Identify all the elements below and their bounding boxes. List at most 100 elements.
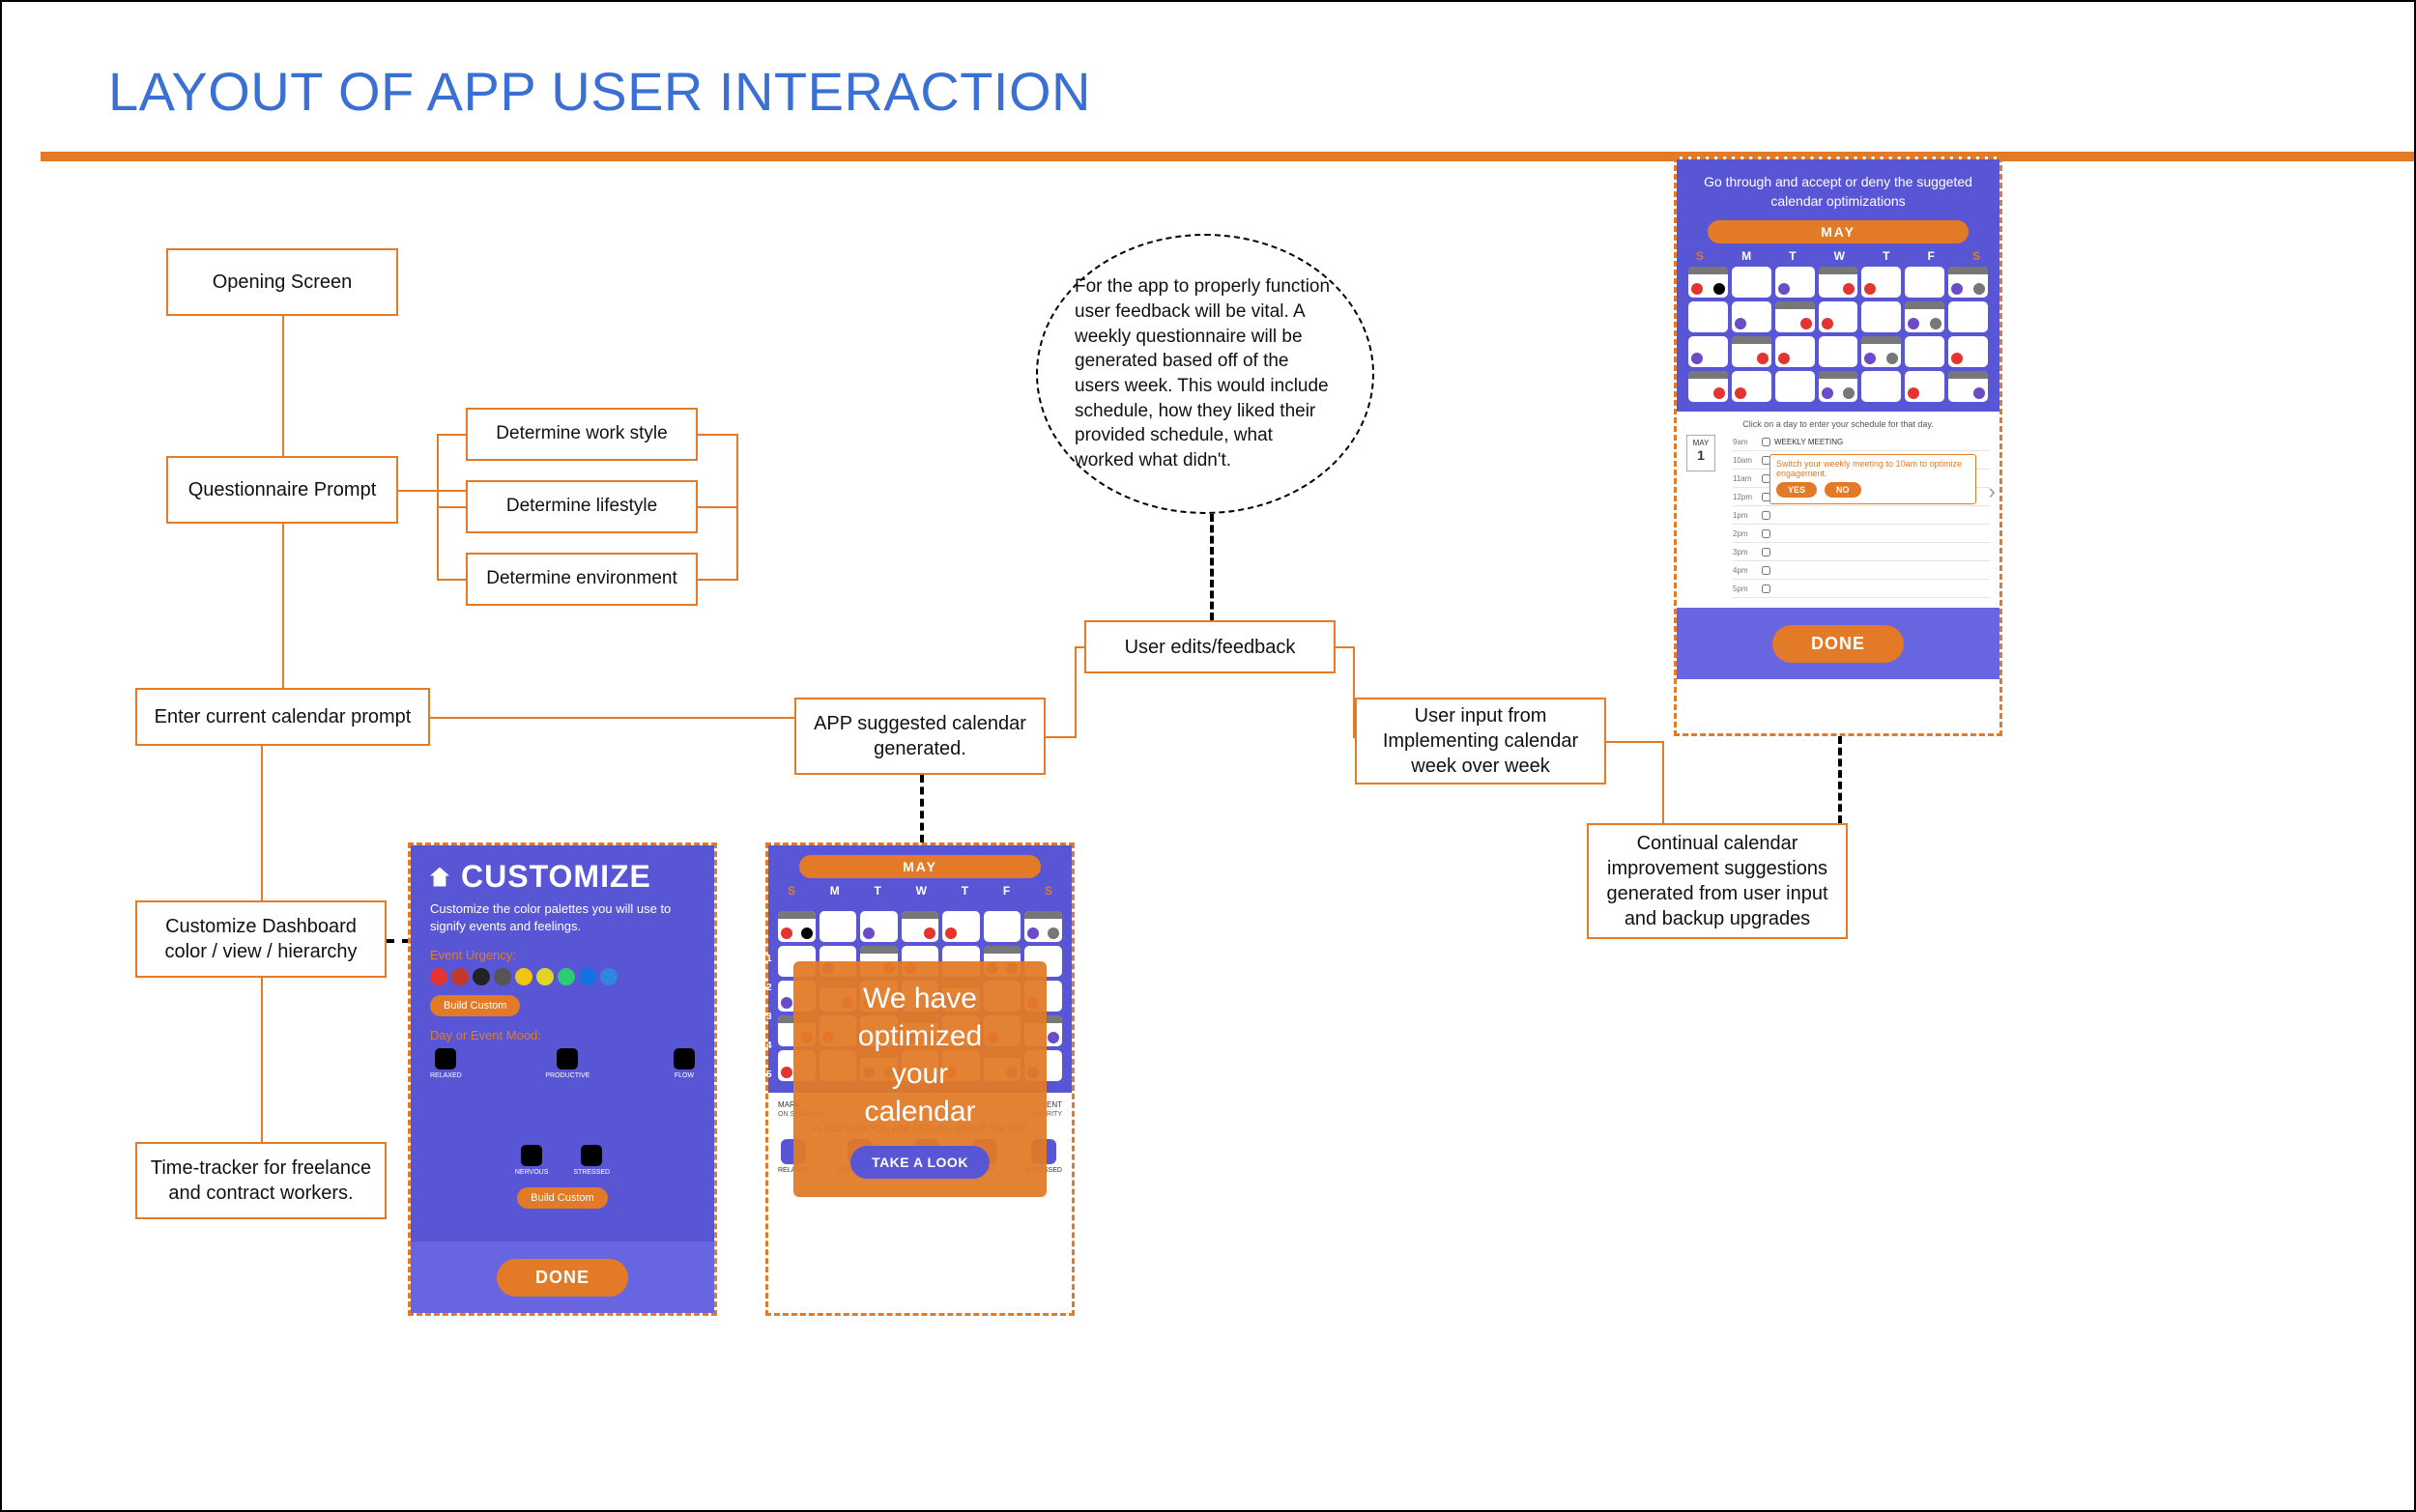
- calendar-day[interactable]: [1732, 371, 1771, 402]
- urgency-swatch[interactable]: [600, 968, 618, 985]
- label-event-urgency: Event Urgency:: [430, 948, 695, 962]
- done-button[interactable]: DONE: [497, 1259, 628, 1297]
- page-title: LAYOUT OF APP USER INTERACTION: [108, 60, 1091, 123]
- mood-option[interactable]: STRESSED: [573, 1145, 610, 1176]
- calendar-day[interactable]: [1905, 267, 1944, 298]
- mood-option[interactable]: FLOW: [674, 1048, 695, 1079]
- urgency-swatch[interactable]: [494, 968, 511, 985]
- wire: [282, 316, 284, 456]
- calendar-day[interactable]: [1775, 336, 1815, 367]
- calendar-day[interactable]: [1948, 371, 1988, 402]
- calendar-day[interactable]: [1732, 336, 1771, 367]
- calendar-day[interactable]: [1024, 911, 1062, 942]
- optimized-overlay: We haveoptimizedyourcalendar TAKE A LOOK: [793, 961, 1047, 1197]
- calendar-day[interactable]: [1861, 267, 1901, 298]
- dow-cell: M: [830, 884, 840, 898]
- customize-heading: CUSTOMIZE: [430, 859, 695, 895]
- calendar-day[interactable]: [1688, 371, 1728, 402]
- wire: [1353, 646, 1355, 738]
- suggestion-card: Switch your weekly meeting to 10am to op…: [1769, 454, 1976, 504]
- urgency-swatch[interactable]: [515, 968, 532, 985]
- mini-month: MAY: [1687, 439, 1714, 447]
- take-a-look-button[interactable]: TAKE A LOOK: [850, 1146, 990, 1179]
- calendar-day[interactable]: [820, 911, 857, 942]
- no-button[interactable]: NO: [1825, 482, 1861, 498]
- calendar-day[interactable]: [1948, 301, 1988, 332]
- urgency-swatch[interactable]: [579, 968, 596, 985]
- mood-option[interactable]: NERVOUS: [515, 1145, 549, 1176]
- calendar-day[interactable]: [1905, 301, 1944, 332]
- wire: [698, 434, 736, 436]
- mood-option[interactable]: RELAXED: [430, 1048, 462, 1079]
- calendar-day[interactable]: [1688, 301, 1728, 332]
- calendar-day[interactable]: [984, 911, 1021, 942]
- calendar-day[interactable]: [1775, 371, 1815, 402]
- node-determine-lifestyle: Determine lifestyle: [466, 480, 698, 533]
- done-button[interactable]: DONE: [1772, 625, 1904, 663]
- calendar-day[interactable]: [1819, 301, 1858, 332]
- schedule-row[interactable]: 9amWEEKLY MEETING: [1733, 433, 1990, 451]
- wire: [437, 506, 466, 508]
- node-determine-environment: Determine environment: [466, 553, 698, 606]
- wire: [261, 978, 263, 1142]
- calendar-day[interactable]: [1775, 267, 1815, 298]
- calendar-day[interactable]: [1819, 336, 1858, 367]
- row-checkbox[interactable]: [1762, 566, 1770, 575]
- calendar-day[interactable]: [1775, 301, 1815, 332]
- calendar-day[interactable]: [902, 911, 939, 942]
- node-questionnaire: Questionnaire Prompt: [166, 456, 398, 524]
- schedule-row[interactable]: 1pm: [1733, 506, 1990, 525]
- build-custom-button-2[interactable]: Build Custom: [517, 1187, 607, 1209]
- chevron-right-icon[interactable]: ›: [1989, 479, 1996, 504]
- dow-cell: S: [788, 884, 795, 898]
- wire-dashed: [387, 939, 410, 943]
- urgency-swatch[interactable]: [430, 968, 447, 985]
- wire: [437, 434, 466, 436]
- calendar-day[interactable]: [1948, 336, 1988, 367]
- row-checkbox[interactable]: [1762, 511, 1770, 520]
- row-checkbox[interactable]: [1762, 529, 1770, 538]
- calendar-grid: [1688, 267, 1988, 402]
- calendar-day[interactable]: [1688, 336, 1728, 367]
- calendar-day[interactable]: [942, 911, 980, 942]
- row-checkbox[interactable]: [1762, 438, 1770, 446]
- dow-cell: T: [875, 884, 881, 898]
- dow-cell: S: [1696, 249, 1704, 263]
- node-customize-dashboard: Customize Dashboard color / view / hiera…: [135, 900, 387, 978]
- urgency-swatch[interactable]: [536, 968, 554, 985]
- dow-cell: F: [1928, 249, 1935, 263]
- mood-option[interactable]: PRODUCTIVE: [545, 1048, 590, 1079]
- wire-dashed: [1210, 514, 1214, 620]
- calendar-day[interactable]: [778, 911, 816, 942]
- schedule-row[interactable]: 5pm: [1733, 580, 1990, 598]
- row-checkbox[interactable]: [1762, 548, 1770, 556]
- wire: [1075, 646, 1077, 738]
- calendar-day[interactable]: [1819, 371, 1858, 402]
- urgency-swatch[interactable]: [451, 968, 469, 985]
- dow-cell: T: [1883, 249, 1889, 263]
- wire: [1353, 736, 1357, 738]
- wire-dashed: [920, 775, 924, 842]
- calendar-day[interactable]: [1688, 267, 1728, 298]
- build-custom-button-1[interactable]: Build Custom: [430, 995, 520, 1016]
- urgency-swatch[interactable]: [473, 968, 490, 985]
- calendar-day[interactable]: [1905, 371, 1944, 402]
- calendar-day[interactable]: [1905, 336, 1944, 367]
- diagram-canvas: LAYOUT OF APP USER INTERACTION Opening S…: [0, 0, 2416, 1512]
- accept-deny-intro: Go through and accept or deny the sugget…: [1677, 159, 1999, 220]
- calendar-day[interactable]: [1861, 371, 1901, 402]
- yes-button[interactable]: YES: [1776, 482, 1817, 498]
- wire: [1606, 741, 1664, 743]
- calendar-day[interactable]: [1732, 267, 1771, 298]
- calendar-day[interactable]: [1861, 336, 1901, 367]
- calendar-day[interactable]: [1819, 267, 1858, 298]
- schedule-row[interactable]: 2pm: [1733, 525, 1990, 543]
- calendar-day[interactable]: [860, 911, 898, 942]
- schedule-row[interactable]: 3pm: [1733, 543, 1990, 561]
- calendar-day[interactable]: [1732, 301, 1771, 332]
- calendar-day[interactable]: [1861, 301, 1901, 332]
- calendar-day[interactable]: [1948, 267, 1988, 298]
- row-checkbox[interactable]: [1762, 585, 1770, 593]
- urgency-swatch[interactable]: [558, 968, 575, 985]
- schedule-row[interactable]: 4pm: [1733, 561, 1990, 580]
